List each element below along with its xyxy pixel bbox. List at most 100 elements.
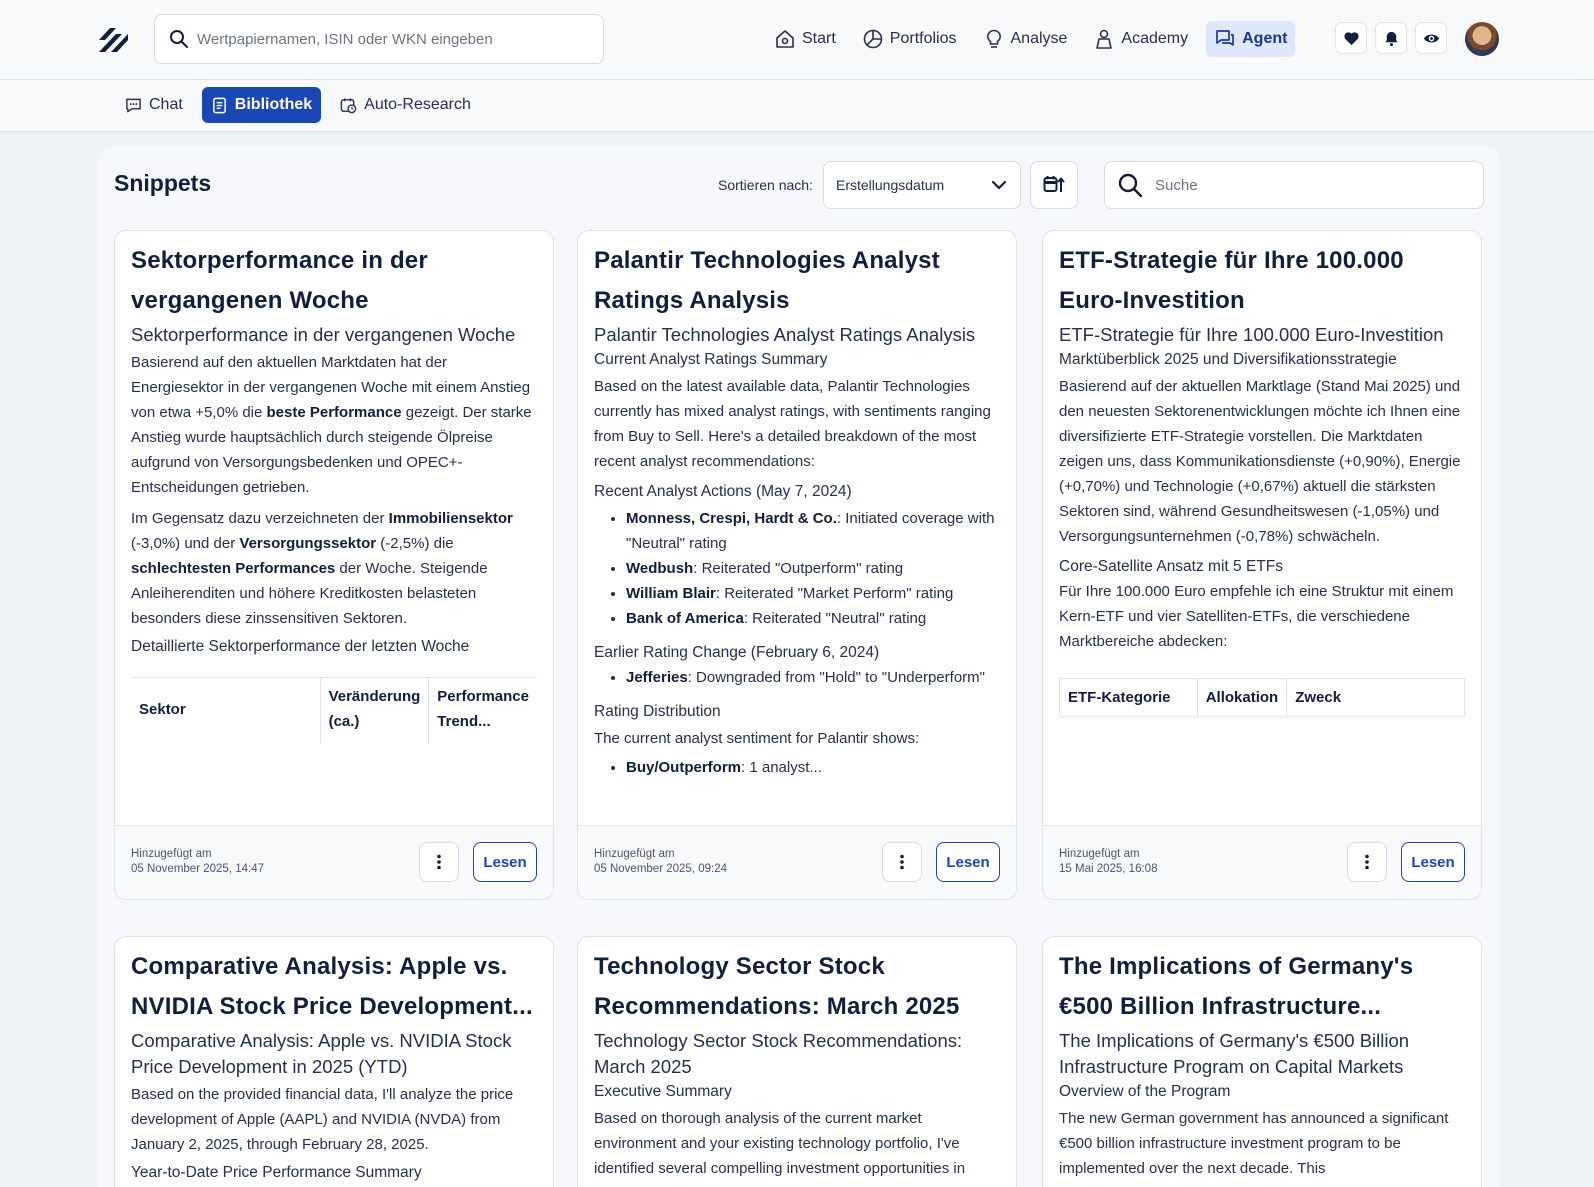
app-logo-icon[interactable] <box>96 22 132 58</box>
added-date: 15 Mai 2025, 16:08 <box>1059 863 1158 875</box>
snippet-section-heading: Executive Summary <box>594 1083 732 1100</box>
snippet-paragraph: Für Ihre 100.000 Euro empfehle ich eine … <box>1059 583 1454 650</box>
list-item: Monness, Crespi, Hardt & Co.: Initiated … <box>626 506 1000 556</box>
tab-bibliothek[interactable]: Bibliothek <box>201 87 322 123</box>
lightbulb-icon <box>986 29 1001 48</box>
tab-chat-label: Chat <box>149 96 183 113</box>
snippet-list: Jefferies: Downgraded from "Hold" to "Un… <box>626 665 1000 690</box>
top-navigation-bar: Start Portfolios Analyse Academy Agent <box>0 0 1594 80</box>
list-item: Bank of America: Reiterated "Neutral" ra… <box>626 606 1000 631</box>
nav-academy[interactable]: Academy <box>1085 21 1196 57</box>
added-label: Hinzugefügt am <box>131 848 212 860</box>
more-options-button[interactable] <box>882 842 922 882</box>
table-header-cell: Veränderung (ca.) <box>320 677 430 740</box>
heart-icon <box>1343 31 1359 45</box>
list-item: Jefferies: Downgraded from "Hold" to "Un… <box>626 665 1000 690</box>
watchlist-button[interactable] <box>1415 22 1447 54</box>
snippet-title: Palantir Technologies Analyst Ratings An… <box>594 247 940 314</box>
sort-direction-button[interactable] <box>1030 161 1078 209</box>
snippet-paragraph: Based on the provided financial data, I'… <box>131 1086 514 1153</box>
read-button[interactable]: Lesen <box>473 842 537 882</box>
snippet-subtitle: Sektorperformance in der vergangenen Woc… <box>131 324 516 345</box>
calendar-sort-icon <box>1043 176 1065 192</box>
sort-select[interactable]: Erstellungsdatum <box>823 161 1021 209</box>
nav-academy-label: Academy <box>1121 30 1189 47</box>
snippet-section-heading: Detaillierte Sektorperformance der letzt… <box>131 638 470 655</box>
sort-select-value: Erstellungsdatum <box>836 177 945 193</box>
snippet-list: Buy/Outperform: 1 analyst... <box>626 755 1000 780</box>
snippet-section-heading: Recent Analyst Actions (May 7, 2024) <box>594 483 852 500</box>
nav-analyse-label: Analyse <box>1010 30 1068 47</box>
nav-portfolios-label: Portfolios <box>889 30 957 47</box>
security-search-box[interactable] <box>154 14 604 64</box>
library-search-input[interactable] <box>1155 176 1483 194</box>
snippet-section-heading: Overview of the Program <box>1059 1083 1231 1100</box>
more-vertical-icon <box>900 854 904 870</box>
snippet-card: The Implications of Germany's €500 Billi… <box>1042 936 1482 1187</box>
library-icon <box>212 97 226 113</box>
library-search-box[interactable] <box>1104 161 1484 209</box>
read-button[interactable]: Lesen <box>936 842 1000 882</box>
nav-portfolios[interactable]: Portfolios <box>854 21 965 57</box>
snippet-card: Palantir Technologies Analyst Ratings An… <box>577 230 1017 900</box>
notifications-button[interactable] <box>1375 22 1407 54</box>
snippet-paragraph: The new German government has announced … <box>1059 1110 1449 1177</box>
snippet-table: Sektor Veränderung (ca.) Performance Tre… <box>131 677 537 744</box>
snippet-subtitle: Technology Sector Stock Recommendations:… <box>594 1030 963 1077</box>
snippet-subtitle: Palantir Technologies Analyst Ratings An… <box>594 324 976 345</box>
page-title: Snippets <box>114 170 212 196</box>
more-options-button[interactable] <box>419 842 459 882</box>
more-options-button[interactable] <box>1347 842 1387 882</box>
favorites-button[interactable] <box>1335 22 1367 54</box>
chevron-down-icon <box>991 180 1007 190</box>
more-vertical-icon <box>437 854 441 870</box>
nav-agent[interactable]: Agent <box>1206 21 1296 57</box>
eye-icon <box>1423 34 1439 42</box>
table-header-cell: Sektor <box>131 677 321 740</box>
sort-label: Sortieren nach: <box>718 177 813 193</box>
more-vertical-icon <box>1365 854 1369 870</box>
snippet-section-heading: Earlier Rating Change (February 6, 2024) <box>594 644 880 661</box>
snippet-card: ETF-Strategie für Ihre 100.000 Euro-Inve… <box>1042 230 1482 900</box>
snippet-paragraph: Based on thorough analysis of the curren… <box>594 1110 966 1177</box>
table-header-cell: ETF-Kategorie <box>1059 678 1198 717</box>
read-button[interactable]: Lesen <box>1401 842 1465 882</box>
academy-icon <box>1096 29 1113 49</box>
snippet-subtitle: The Implications of Germany's €500 Billi… <box>1059 1030 1410 1077</box>
nav-analyse[interactable]: Analyse <box>975 21 1076 57</box>
nav-start[interactable]: Start <box>766 21 844 57</box>
home-icon <box>776 30 794 48</box>
nav-agent-label: Agent <box>1242 30 1288 47</box>
added-label: Hinzugefügt am <box>1059 848 1140 860</box>
tab-chat[interactable]: Chat <box>116 87 192 123</box>
chat-bubbles-icon <box>1216 30 1234 46</box>
snippet-table: ETF-Kategorie Allokation Zweck <box>1059 678 1465 717</box>
snippet-title: Technology Sector Stock Recommendations:… <box>594 953 960 1020</box>
snippet-card-footer: Hinzugefügt am 05 November 2025, 14:47 L… <box>115 825 553 899</box>
snippet-paragraph: Basierend auf der aktuellen Marktlage (S… <box>1059 378 1461 545</box>
snippet-list: Monness, Crespi, Hardt & Co.: Initiated … <box>626 506 1000 631</box>
agent-sub-navigation: Chat Bibliothek Auto-Research <box>0 80 1594 132</box>
table-header-cell: Performance Trend... <box>428 677 537 740</box>
user-avatar[interactable] <box>1465 22 1499 56</box>
snippet-title: Sektorperformance in der vergangenen Woc… <box>131 247 428 314</box>
snippets-panel: Snippets Sortieren nach: Erstellungsdatu… <box>98 146 1500 1187</box>
snippet-card-footer: Hinzugefügt am 05 November 2025, 09:24 L… <box>578 825 1016 899</box>
table-header-cell: Allokation <box>1197 678 1288 717</box>
tab-auto-research[interactable]: Auto-Research <box>331 87 480 123</box>
snippet-paragraph: Basierend auf den aktuellen Marktdaten h… <box>131 354 532 496</box>
table-header-cell: Zweck <box>1295 689 1342 706</box>
tab-auto-research-label: Auto-Research <box>364 96 471 113</box>
snippet-section-heading: Year-to-Date Price Performance Summary <box>131 1164 422 1181</box>
added-date: 05 November 2025, 09:24 <box>594 863 727 875</box>
tab-bibliothek-label: Bibliothek <box>234 96 313 113</box>
snippet-paragraph: Im Gegensatz dazu verzeichneten der Immo… <box>131 510 513 627</box>
added-label: Hinzugefügt am <box>594 848 675 860</box>
list-item: William Blair: Reiterated "Market Perfor… <box>626 581 1000 606</box>
snippet-paragraph: Based on the latest available data, Pala… <box>594 378 991 470</box>
security-search-input[interactable] <box>197 30 603 48</box>
list-item: Wedbush: Reiterated "Outperform" rating <box>626 556 1000 581</box>
search-icon <box>170 30 188 48</box>
list-item: Buy/Outperform: 1 analyst... <box>626 755 1000 780</box>
snippet-card: Comparative Analysis: Apple vs. NVIDIA S… <box>114 936 554 1187</box>
